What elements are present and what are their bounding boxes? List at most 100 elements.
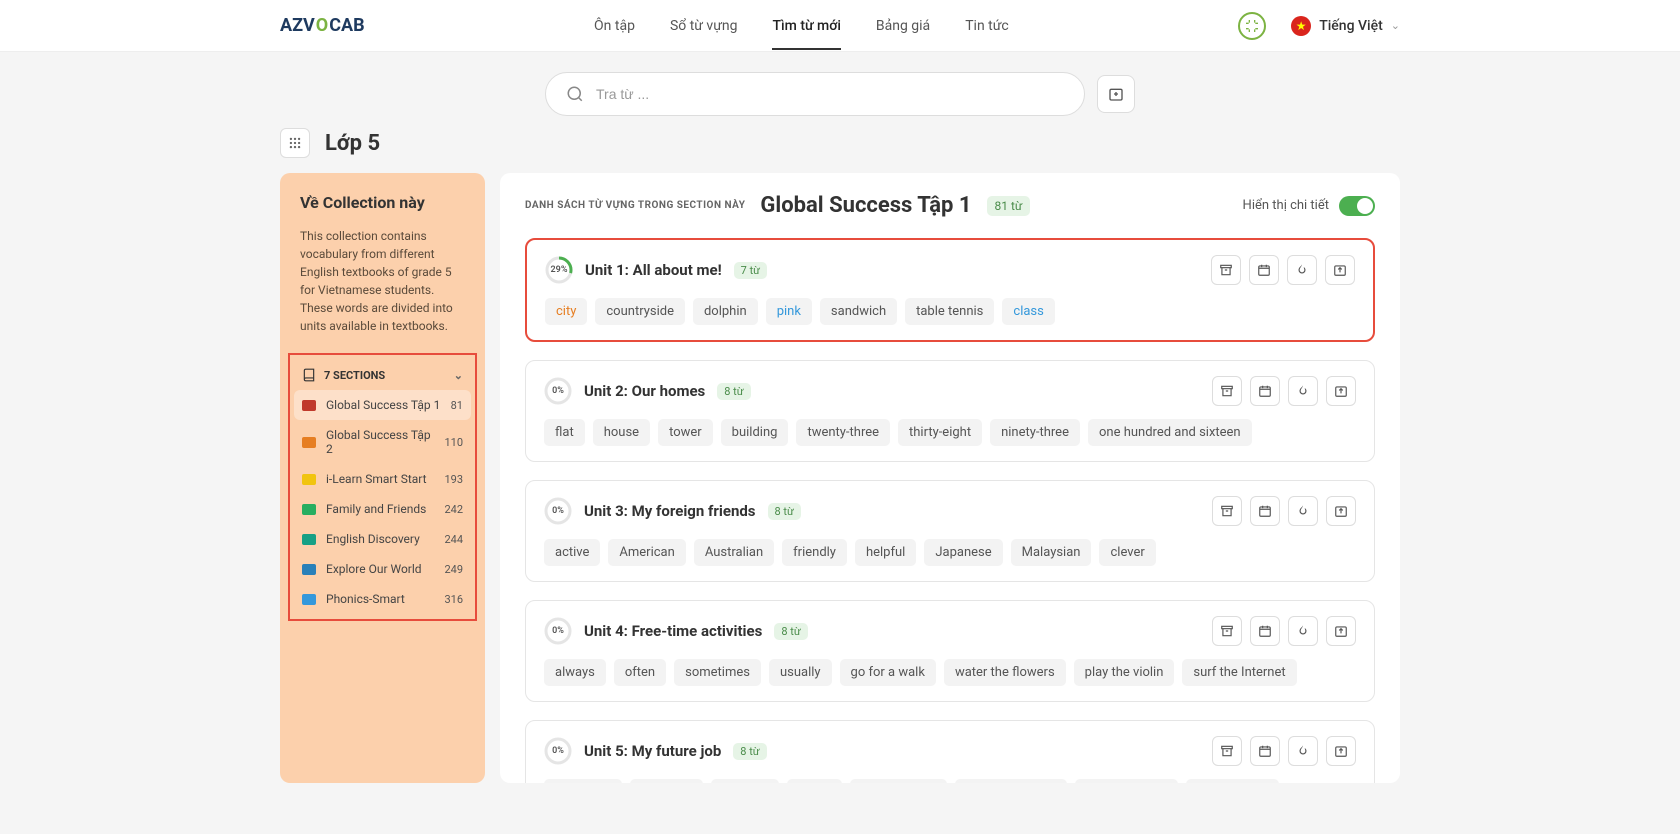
word-chip[interactable]: flat [544,419,585,446]
open-button[interactable] [1325,255,1355,285]
word-chip[interactable]: play the violin [1074,659,1175,686]
open-button[interactable] [1326,496,1356,526]
word-chip[interactable]: report the news [955,779,1067,783]
word-chip[interactable]: Japanese [924,539,1002,566]
unit-title[interactable]: Unit 2: Our homes [584,382,705,400]
archive-button[interactable] [1212,496,1242,526]
flame-button[interactable] [1288,616,1318,646]
folder-icon [302,504,316,515]
sections-toggle[interactable]: 7 SECTIONS ⌄ [290,360,475,390]
word-chip[interactable]: surf the Internet [1182,659,1296,686]
search-input[interactable] [596,86,1064,102]
date-button[interactable] [1250,736,1280,766]
section-item[interactable]: i-Learn Smart Start 193 [290,464,475,494]
progress-ring: 29% [545,256,573,284]
word-chip[interactable]: countryside [595,298,685,325]
nav-item[interactable]: Ôn tập [594,3,635,49]
date-button[interactable] [1250,496,1280,526]
nav-item[interactable]: Tìm từ mới [772,3,840,49]
word-chip[interactable]: house [593,419,650,446]
word-chip[interactable]: American [608,539,685,566]
word-chip[interactable]: pink [766,298,812,325]
archive-button[interactable] [1212,376,1242,406]
word-chip[interactable]: city [545,298,587,325]
section-item[interactable]: Phonics-Smart 316 [290,584,475,614]
unit-card: 29% Unit 1: All about me! 7 từ citycount… [525,238,1375,342]
external-action-button[interactable] [1097,75,1135,113]
word-chip[interactable]: Malaysian [1011,539,1092,566]
unit-title[interactable]: Unit 5: My future job [584,742,721,760]
word-chip[interactable]: thirty-eight [898,419,982,446]
chevron-down-icon: ⌄ [1391,19,1400,32]
word-chip[interactable]: grow flowers [850,779,947,783]
nav-item[interactable]: Sổ từ vựng [670,3,738,49]
folder-icon [302,534,316,545]
flame-button[interactable] [1288,376,1318,406]
search-box[interactable] [545,72,1085,116]
section-item[interactable]: Global Success Tập 1 81 [294,390,471,420]
section-item[interactable]: Explore Our World 249 [290,554,475,584]
welcome-icon[interactable] [1238,12,1266,40]
word-chip[interactable]: tower [658,419,713,446]
nav: Ôn tập Sổ từ vựng Tìm từ mới Bảng giá Tin tứ… [594,3,1009,49]
flame-button[interactable] [1287,255,1317,285]
flame-button[interactable] [1288,496,1318,526]
archive-button[interactable] [1212,616,1242,646]
words-row: active American Australian friendly helpful J… [544,539,1356,566]
word-chip[interactable]: dolphin [693,298,758,325]
unit-badge: 8 từ [768,503,801,520]
date-button[interactable] [1249,255,1279,285]
detail-toggle[interactable] [1339,196,1375,216]
unit-badge: 8 từ [733,743,766,760]
word-chip[interactable]: often [614,659,666,686]
open-button[interactable] [1326,616,1356,646]
open-button[interactable] [1326,736,1356,766]
nav-item[interactable]: Tin tức [965,3,1009,49]
language-switch[interactable]: ★ Tiếng Việt ⌄ [1291,16,1400,36]
word-chip[interactable]: helpful [855,539,916,566]
word-chip[interactable]: water the flowers [944,659,1066,686]
section-item[interactable]: English Discovery 244 [290,524,475,554]
word-chip[interactable]: always [544,659,606,686]
archive-button[interactable] [1211,255,1241,285]
date-button[interactable] [1250,376,1280,406]
section-item-name: English Discovery [326,532,420,546]
word-chip[interactable]: writer [787,779,842,783]
unit-badge: 8 từ [717,383,750,400]
word-chip[interactable]: reporter [711,779,779,783]
unit-title[interactable]: Unit 4: Free-time activities [584,622,762,640]
progress-ring: 0% [544,497,572,525]
word-chip[interactable]: one hundred and sixteen [1088,419,1252,446]
word-chip[interactable]: go for a walk [840,659,936,686]
section-item[interactable]: Family and Friends 242 [290,494,475,524]
folder-icon [302,474,316,485]
section-item[interactable]: Global Success Tập 2 110 [290,420,475,464]
word-chip[interactable]: sometimes [674,659,761,686]
word-chip[interactable]: active [544,539,600,566]
open-button[interactable] [1326,376,1356,406]
unit-title[interactable]: Unit 1: All about me! [585,261,722,279]
unit-title[interactable]: Unit 3: My foreign friends [584,502,756,520]
section-item-count: 81 [451,399,463,412]
section-item-count: 316 [444,593,463,606]
word-chip[interactable]: class [1002,298,1054,325]
date-button[interactable] [1250,616,1280,646]
logo[interactable]: AZVOCAB [280,15,365,36]
word-chip[interactable]: table tennis [905,298,994,325]
word-chip[interactable]: friendly [782,539,847,566]
word-chip[interactable]: Australian [694,539,774,566]
word-chip[interactable]: gardener [630,779,703,783]
archive-button[interactable] [1212,736,1242,766]
word-chip[interactable]: twenty-three [796,419,890,446]
word-chip[interactable]: write stories [1186,779,1279,783]
word-chip[interactable]: usually [769,659,832,686]
word-chip[interactable]: teach children [1075,779,1178,783]
word-chip[interactable]: firefighter [544,779,622,783]
grid-button[interactable] [280,128,310,158]
nav-item[interactable]: Bảng giá [876,3,930,49]
flame-button[interactable] [1288,736,1318,766]
word-chip[interactable]: ninety-three [990,419,1080,446]
word-chip[interactable]: building [721,419,789,446]
word-chip[interactable]: clever [1099,539,1155,566]
word-chip[interactable]: sandwich [820,298,897,325]
